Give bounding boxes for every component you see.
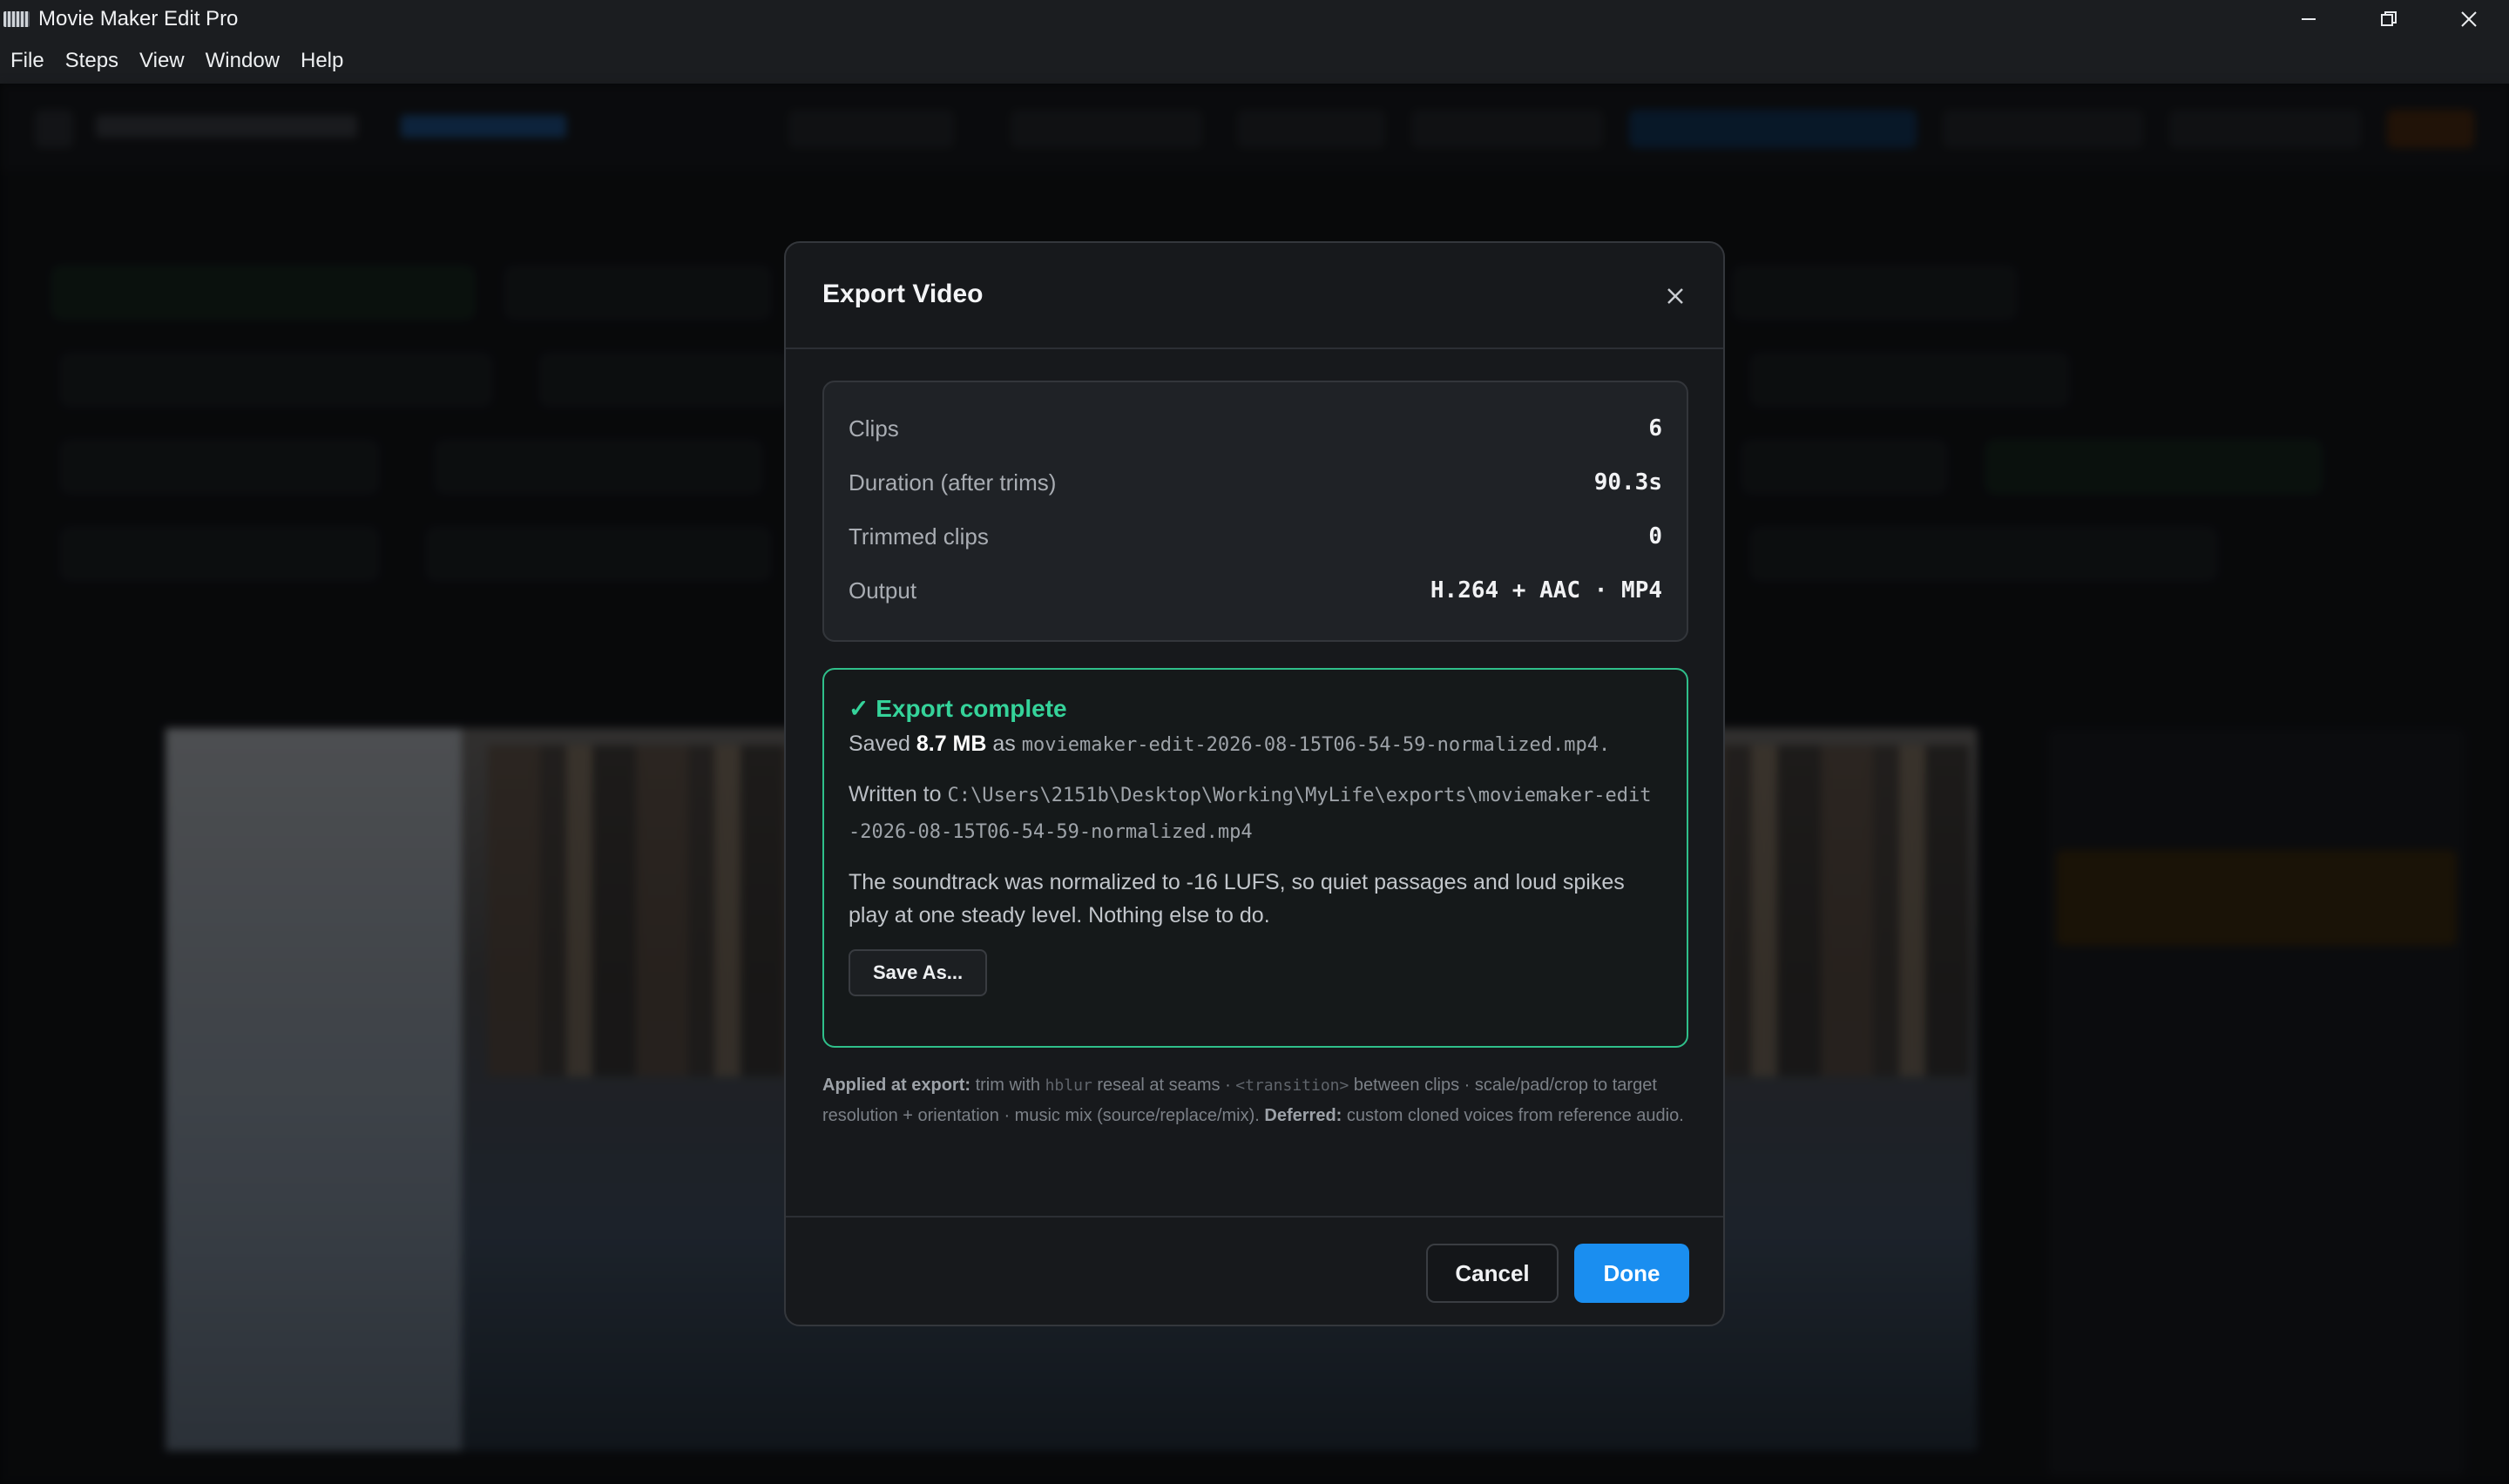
export-result-card: ✓ Export complete Saved 8.7 MB as moviem… — [822, 668, 1688, 1048]
restore-button[interactable] — [2349, 0, 2429, 38]
as-word: as — [992, 732, 1016, 756]
written-line: Written to C:\Users\2151b\Desktop\Workin… — [849, 777, 1662, 850]
summary-value: 90.3s — [1593, 469, 1662, 496]
dialog-header: Export Video — [786, 243, 1723, 349]
window-title: Movie Maker Edit Pro — [38, 7, 239, 30]
saved-line: Saved 8.7 MB as moviemaker-edit-2026-08-… — [849, 726, 1662, 763]
summary-row-output: Output H.264 + AAC · MP4 — [849, 563, 1662, 617]
export-complete-title: ✓ Export complete — [849, 695, 1067, 722]
menu-help[interactable]: Help — [301, 49, 343, 73]
deferred-text: custom cloned voices from reference audi… — [1346, 1106, 1684, 1125]
normalization-description: The soundtrack was normalized to -16 LUF… — [849, 870, 1625, 928]
done-button[interactable]: Done — [1574, 1244, 1689, 1303]
summary-label: Duration (after trims) — [849, 469, 1057, 496]
export-dialog: Export Video Clips 6 Duration (after tri… — [784, 241, 1725, 1326]
applied-text: trim with — [975, 1076, 1041, 1095]
save-as-button[interactable]: Save As... — [849, 949, 988, 996]
summary-row-duration: Duration (after trims) 90.3s — [849, 455, 1662, 509]
menu-bar: File Steps View Window Help — [0, 38, 2509, 84]
minimize-icon — [2302, 18, 2316, 20]
dialog-title: Export Video — [822, 280, 984, 308]
menu-view[interactable]: View — [139, 49, 185, 73]
close-window-button[interactable] — [2429, 0, 2509, 38]
dialog-close-button[interactable] — [1662, 283, 1688, 309]
deferred-label: Deferred: — [1264, 1106, 1342, 1125]
transition-code: <transition> — [1235, 1076, 1349, 1095]
summary-row-clips: Clips 6 — [849, 401, 1662, 455]
menu-window[interactable]: Window — [206, 49, 280, 73]
applied-text: reseal at seams · — [1097, 1076, 1231, 1095]
close-icon — [1667, 288, 1683, 304]
menu-steps[interactable]: Steps — [65, 49, 118, 73]
app-icon — [3, 11, 30, 27]
title-bar: Movie Maker Edit Pro — [0, 0, 2509, 38]
export-summary: Clips 6 Duration (after trims) 90.3s Tri… — [822, 381, 1688, 642]
dialog-footer: Cancel Done — [786, 1216, 1723, 1325]
written-prefix: Written to — [849, 782, 942, 806]
applied-label: Applied at export: — [822, 1076, 971, 1095]
summary-value: 0 — [1648, 523, 1662, 550]
summary-value: 6 — [1648, 415, 1662, 442]
menu-file[interactable]: File — [10, 49, 44, 73]
saved-prefix: Saved — [849, 732, 910, 756]
cancel-button[interactable]: Cancel — [1426, 1244, 1559, 1303]
output-path: C:\Users\2151b\Desktop\Working\MyLife\ex… — [849, 785, 1652, 843]
restore-icon — [2381, 11, 2397, 26]
summary-label: Clips — [849, 415, 899, 442]
summary-value: H.264 + AAC · MP4 — [1430, 577, 1662, 604]
export-notes: Applied at export: trim with hblur resea… — [822, 1070, 1688, 1130]
summary-label: Trimmed clips — [849, 523, 989, 550]
minimize-button[interactable] — [2269, 0, 2349, 38]
saved-filename: moviemaker-edit-2026-08-15T06-54-59-norm… — [1021, 734, 1611, 756]
file-size: 8.7 MB — [916, 732, 987, 756]
close-icon — [2461, 11, 2477, 27]
summary-label: Output — [849, 577, 917, 604]
summary-row-trimmed: Trimmed clips 0 — [849, 509, 1662, 563]
hblur-code: hblur — [1045, 1076, 1092, 1095]
window-controls — [2269, 0, 2509, 38]
